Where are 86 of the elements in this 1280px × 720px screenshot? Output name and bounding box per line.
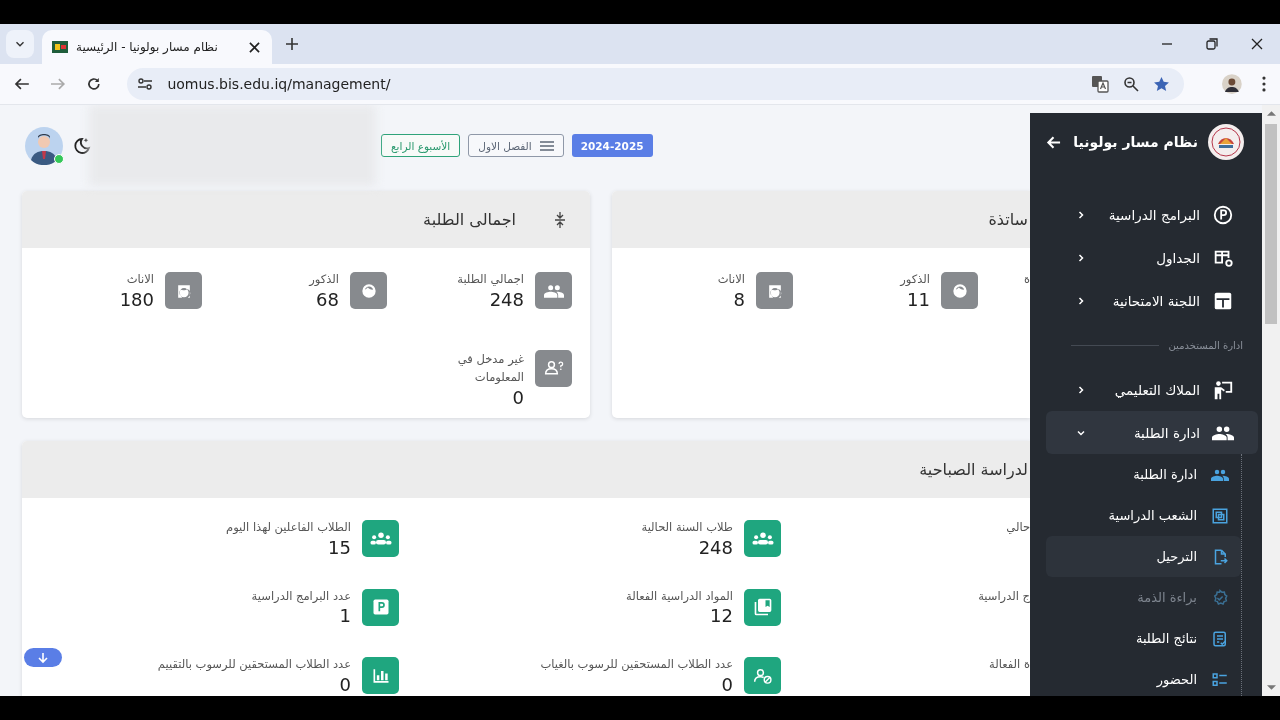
stat-label: عدد الطلاب المستحقين للرسوب بالغياب (540, 657, 733, 673)
stat-label: عدد البرامج الدراسية (251, 588, 351, 605)
stat-label: الاناث (126, 272, 154, 288)
check-badge-icon (1211, 588, 1229, 607)
tab-title: نظام مسار بولونيا - الرئيسية (76, 40, 219, 54)
sidebar-item[interactable]: ادارة الطلبة (1046, 411, 1258, 454)
browser-tab[interactable]: نظام مسار بولونيا - الرئيسية (42, 30, 272, 64)
p-square-icon (362, 588, 399, 626)
star-icon[interactable] (1153, 75, 1171, 93)
stat-value: 0 (339, 673, 351, 695)
stat-label: عدد الطلاب المستحقين للرسوب بالتقييم (157, 657, 351, 673)
scroll-down-icon[interactable] (1266, 685, 1276, 691)
list-icon (1211, 670, 1229, 689)
close-icon[interactable] (249, 41, 260, 53)
sidebar-subitem[interactable]: الترحيل (1046, 536, 1241, 577)
card-title: ساتذة (988, 210, 1028, 229)
stat-value: 248 (698, 536, 733, 558)
stat-value: 68 (316, 288, 339, 310)
address-bar[interactable]: uomus.bis.edu.iq/management/ (127, 68, 1185, 100)
sidebar-item[interactable]: اللجنة الامتحانية (1046, 279, 1258, 322)
restore-icon[interactable] (1206, 38, 1218, 50)
sidebar-subitem[interactable]: نتائج الطلبة (1046, 618, 1241, 659)
books-icon (744, 588, 781, 626)
arrow-down-icon (37, 651, 49, 664)
circle-p-icon (1212, 203, 1234, 226)
stat-label: اجمالي الطلبة (457, 272, 524, 288)
new-tab-icon[interactable] (286, 38, 298, 50)
menu-icon[interactable] (1262, 76, 1266, 92)
stat-value: 11 (907, 288, 930, 310)
group-icon (362, 520, 399, 557)
scroll-down-button[interactable] (24, 648, 62, 667)
group-icon (744, 520, 781, 557)
stat-label: الاناث (717, 272, 745, 288)
logo (1208, 124, 1244, 160)
stat-value: 12 (710, 605, 733, 627)
scroll-up-icon[interactable] (1266, 110, 1276, 116)
sidebar-item[interactable]: البرامج الدراسية (1046, 193, 1258, 236)
stat-label: الطلاب الفاعلين لهذا اليوم (226, 520, 351, 536)
sidebar-item[interactable]: الملاك التعليمي (1046, 368, 1258, 411)
sidebar-subitem[interactable]: الحضور (1046, 659, 1241, 696)
stat-value: 180 (119, 288, 154, 310)
stat-label: الذكور (900, 272, 930, 288)
back-arrow-icon[interactable] (1046, 134, 1061, 150)
user-avatar[interactable] (25, 126, 63, 165)
app-title: نظام مسار بولونيا (1073, 134, 1198, 150)
stat-label: حالي (1006, 520, 1030, 536)
stat-value: 1 (339, 605, 351, 627)
card-title: لدراسة الصباحية (919, 460, 1028, 479)
user-question-icon (535, 349, 572, 387)
scrollbar-thumb[interactable] (1265, 124, 1277, 324)
stat-label: المواد الدراسية الفعالة (626, 588, 733, 605)
stat-label: غير مدخل في المعلومات (456, 350, 524, 386)
dark-mode-icon[interactable] (72, 135, 92, 156)
term-badge[interactable]: الفصل الاول (468, 134, 564, 157)
section-label: ادارة المستخدمين (1168, 339, 1243, 351)
reload-icon[interactable] (85, 76, 102, 92)
site-settings-icon[interactable] (137, 76, 154, 92)
stat-label: ة الفعالة (989, 657, 1030, 673)
stat-label: ة (1023, 272, 1030, 288)
stat-value: 0 (512, 387, 524, 409)
card-title: اجمالى الطلبة (423, 210, 516, 229)
page-scrollbar[interactable] (1262, 105, 1280, 696)
stat-value: 248 (489, 288, 524, 310)
sidebar-subitem[interactable]: ادارة الطلبة (1046, 454, 1241, 495)
stat-value: 0 (721, 673, 733, 695)
stat-value: 8 (733, 288, 745, 310)
favicon-icon (52, 41, 68, 53)
stat-label: ج الدراسية (978, 588, 1030, 605)
people-icon (535, 272, 572, 309)
teacher-board-icon (1212, 378, 1234, 401)
stat-value: 15 (328, 536, 351, 558)
url-text: uomus.bis.edu.iq/management/ (167, 76, 391, 92)
back-icon[interactable] (14, 76, 30, 92)
nested-squares-icon (1211, 506, 1229, 525)
close-icon[interactable] (1251, 38, 1263, 50)
translate-icon[interactable] (1091, 75, 1110, 93)
term-badge[interactable]: 2024-2025 (571, 134, 653, 157)
stat-label: طلاب السنة الحالية (641, 520, 733, 536)
sidebar-item[interactable]: الجداول (1046, 236, 1258, 279)
sidebar-subitem[interactable]: الشعب الدراسية (1046, 495, 1241, 536)
term-badge[interactable]: الأسبوع الرابع (381, 134, 461, 157)
zoom-icon[interactable] (1123, 76, 1140, 92)
collapse-icon[interactable] (554, 211, 566, 228)
checklist-icon (1211, 629, 1229, 648)
profile-avatar[interactable] (1222, 74, 1243, 94)
stat-label: الذكور (309, 272, 339, 288)
